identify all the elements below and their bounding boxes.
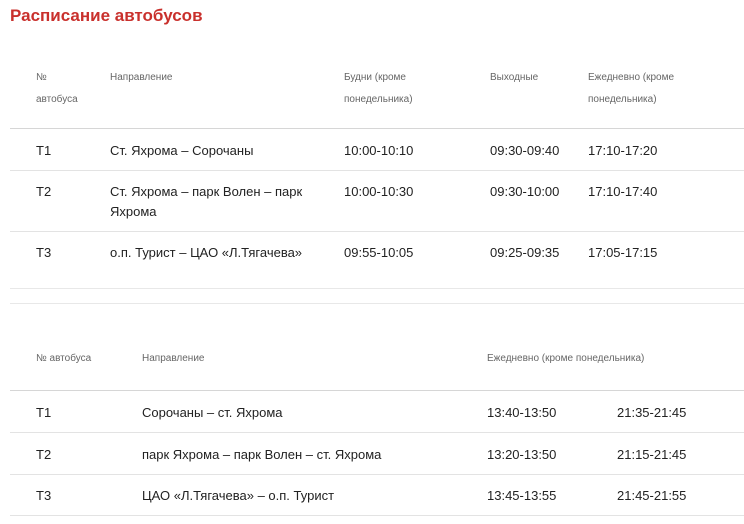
time-daily: 17:10-17:40 bbox=[588, 184, 658, 199]
time-weekdays: 10:00-10:30 bbox=[344, 184, 414, 199]
direction: Ст. Яхрома – парк Волен – парк Яхрома bbox=[110, 184, 303, 219]
direction: парк Яхрома – парк Волен – ст. Яхрома bbox=[142, 447, 382, 462]
header-bus-number: № автобуса bbox=[36, 353, 92, 364]
header-direction: Направление bbox=[142, 353, 205, 364]
header-weekends: Выходные bbox=[490, 72, 539, 83]
direction: Сорочаны – ст. Яхрома bbox=[142, 405, 283, 420]
header-weekdays: Будни (кроме понедельника) bbox=[344, 72, 413, 105]
time-weekdays: 09:55-10:05 bbox=[344, 245, 414, 260]
header-divider bbox=[10, 390, 744, 391]
page-title: Расписание автобусов bbox=[10, 6, 203, 25]
header-bus-number: № автобуса bbox=[36, 72, 78, 105]
time-daily: 17:05-17:15 bbox=[588, 245, 658, 260]
header-divider bbox=[10, 128, 744, 129]
row-divider bbox=[10, 515, 744, 516]
time-second: 21:45-21:55 bbox=[617, 488, 687, 503]
time-weekends: 09:30-10:00 bbox=[490, 184, 560, 199]
header-daily: Ежедневно (кроме понедельника) bbox=[487, 353, 645, 364]
bus-number: Т1 bbox=[36, 143, 52, 158]
bus-number: Т3 bbox=[36, 245, 52, 260]
direction: ЦАО «Л.Тягачева» – о.п. Турист bbox=[142, 488, 335, 503]
row-divider bbox=[10, 170, 744, 171]
time-daily: 17:10-17:20 bbox=[588, 143, 658, 158]
header-direction: Направление bbox=[110, 72, 173, 83]
header-daily: Ежедневно (кроме понедельника) bbox=[588, 72, 675, 105]
time-weekends: 09:25-09:35 bbox=[490, 245, 560, 260]
bus-number: Т2 bbox=[36, 184, 52, 199]
row-divider bbox=[10, 432, 744, 433]
row-divider bbox=[10, 474, 744, 475]
row-divider bbox=[10, 231, 744, 232]
time-weekdays: 10:00-10:10 bbox=[344, 143, 414, 158]
bus-number: Т3 bbox=[36, 488, 52, 503]
direction: о.п. Турист – ЦАО «Л.Тягачева» bbox=[110, 245, 303, 260]
bus-number: Т1 bbox=[36, 405, 52, 420]
direction: Ст. Яхрома – Сорочаны bbox=[110, 143, 254, 158]
section-separator bbox=[10, 288, 744, 304]
time-first: 13:20-13:50 bbox=[487, 447, 557, 462]
time-first: 13:40-13:50 bbox=[487, 405, 557, 420]
bus-number: Т2 bbox=[36, 447, 52, 462]
time-second: 21:35-21:45 bbox=[617, 405, 687, 420]
time-second: 21:15-21:45 bbox=[617, 447, 687, 462]
time-first: 13:45-13:55 bbox=[487, 488, 557, 503]
time-weekends: 09:30-09:40 bbox=[490, 143, 560, 158]
